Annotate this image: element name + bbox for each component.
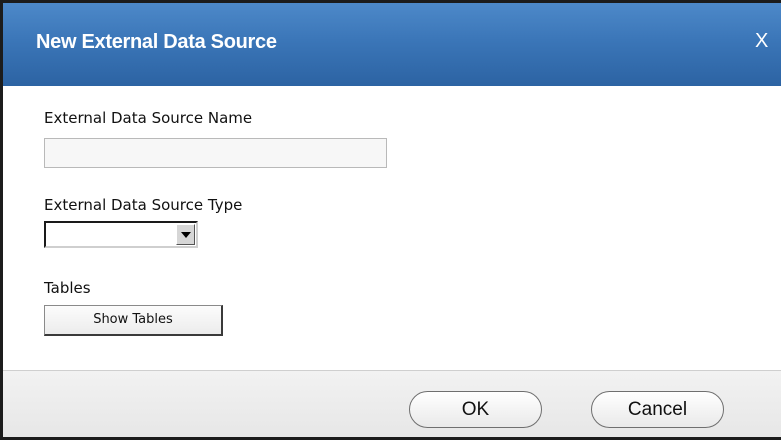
data-source-type-select[interactable] [44, 221, 198, 248]
data-source-name-input[interactable] [44, 138, 387, 168]
ok-button[interactable]: OK [409, 391, 542, 428]
show-tables-button[interactable]: Show Tables [44, 305, 223, 336]
dialog-titlebar: New External Data Source X [3, 3, 781, 86]
dialog-footer: OK Cancel [3, 370, 781, 437]
chevron-down-icon[interactable] [176, 224, 195, 245]
dialog-window: New External Data Source X External Data… [0, 0, 781, 440]
dialog-title: New External Data Source [36, 31, 277, 53]
tables-label: Tables [44, 279, 91, 297]
cancel-button[interactable]: Cancel [591, 391, 724, 428]
close-button[interactable]: X [755, 30, 768, 53]
data-source-type-label: External Data Source Type [44, 196, 243, 214]
data-source-name-label: External Data Source Name [44, 109, 253, 127]
